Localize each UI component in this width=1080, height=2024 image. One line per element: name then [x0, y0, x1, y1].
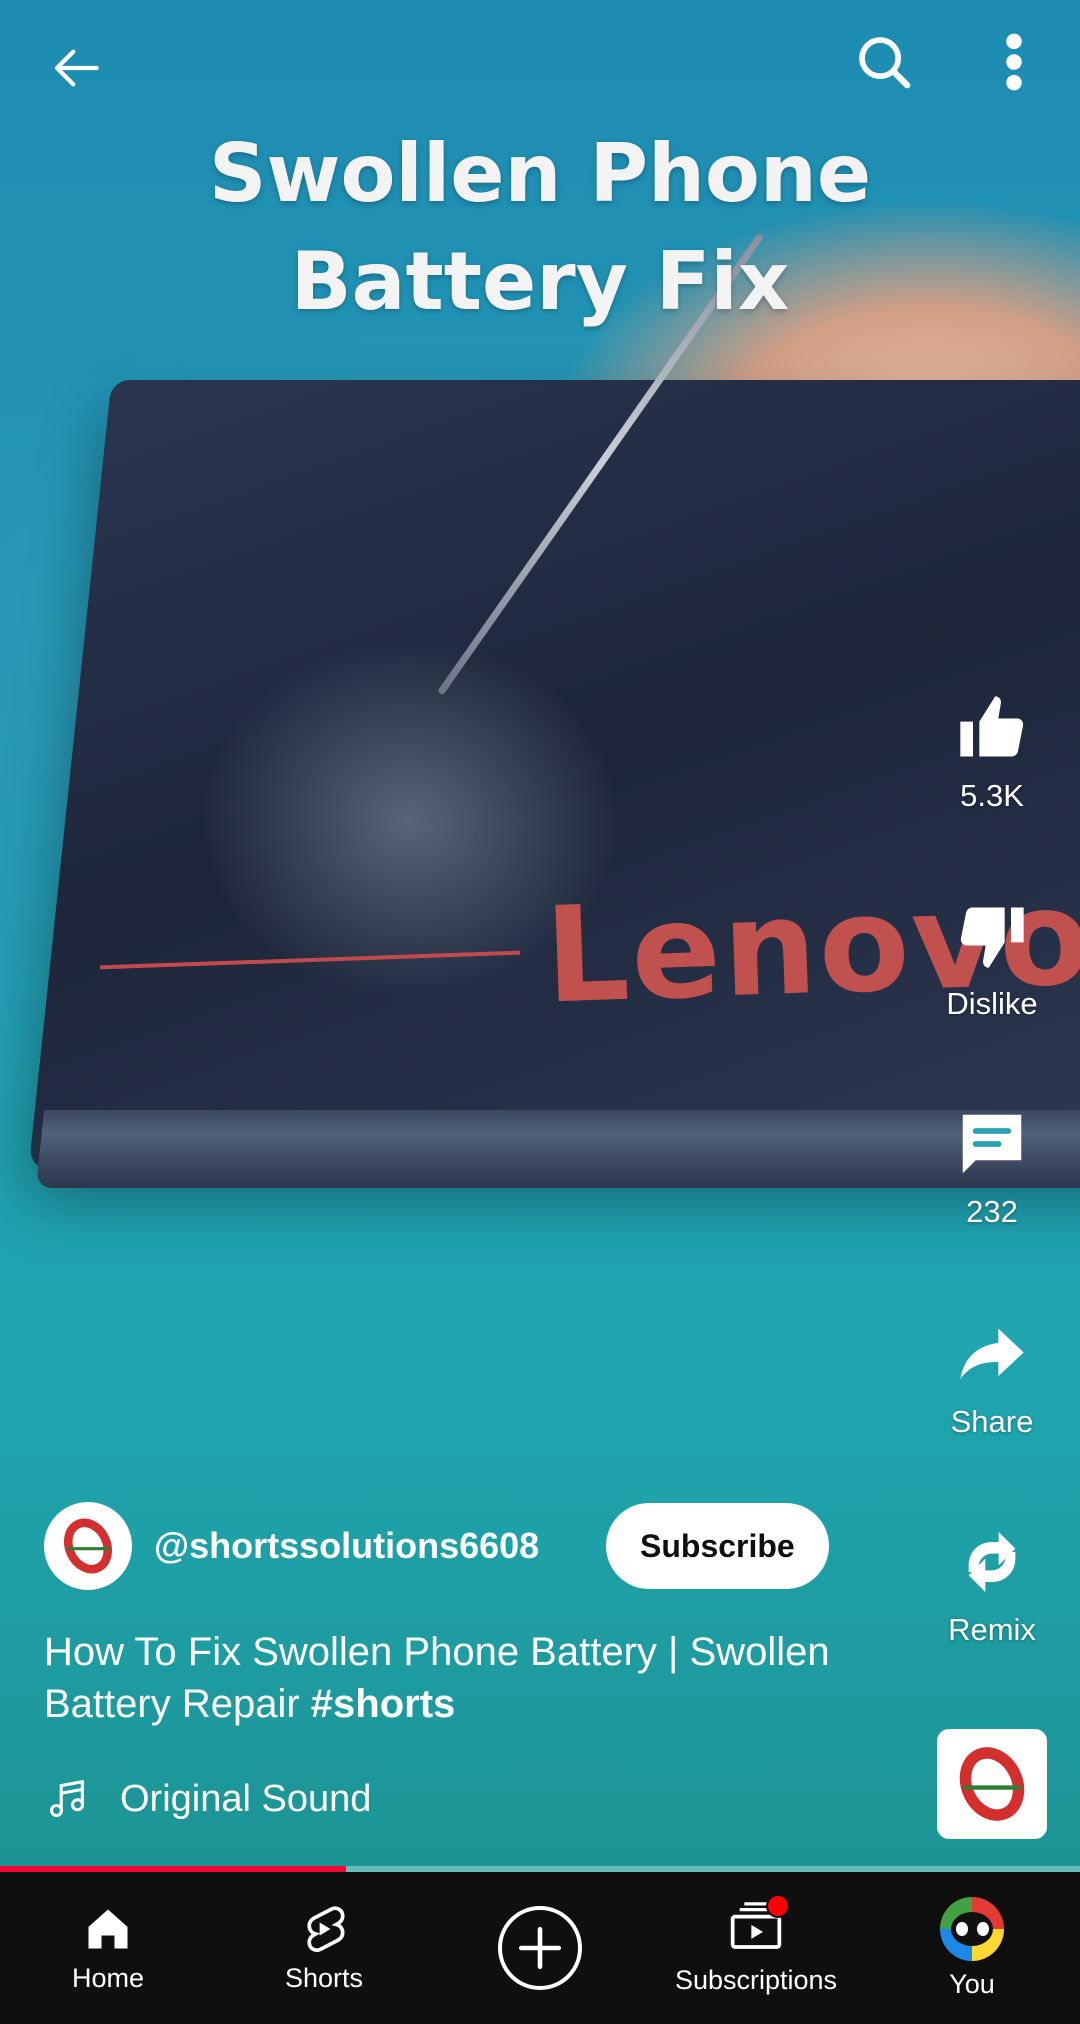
nav-shorts-label: Shorts: [284, 1962, 364, 1993]
video-description[interactable]: How To Fix Swollen Phone Battery | Swoll…: [44, 1626, 924, 1730]
remix-icon: [950, 1520, 1034, 1604]
plus-circle-icon: [498, 1906, 582, 1990]
share-button[interactable]: Share: [932, 1312, 1052, 1440]
channel-avatar[interactable]: [44, 1502, 132, 1590]
share-label: Share: [950, 1404, 1034, 1439]
bottom-navigation: Home Shorts Subscriptions You: [0, 1872, 1080, 2024]
thumbs-up-icon: [950, 686, 1034, 770]
like-button[interactable]: 5.3K: [932, 686, 1052, 814]
nav-you-label: You: [949, 1968, 995, 1999]
remix-button[interactable]: Remix: [932, 1520, 1052, 1648]
notification-dot: [766, 1894, 790, 1918]
back-button[interactable]: [40, 30, 116, 106]
video-overlay-title: Swollen Phone Battery Fix: [208, 127, 872, 328]
nav-home-label: Home: [71, 1962, 145, 1993]
like-count: 5.3K: [960, 778, 1024, 813]
sound-label: Original Sound: [120, 1777, 372, 1820]
battery-edge: [35, 1110, 1080, 1188]
shorts-icon: [307, 1905, 345, 1952]
subscribe-button[interactable]: Subscribe: [606, 1503, 829, 1589]
search-button[interactable]: [844, 22, 924, 102]
nav-subscriptions-label: Subscriptions: [674, 1965, 838, 1995]
comment-count: 232: [966, 1194, 1018, 1229]
nav-create[interactable]: [432, 1872, 648, 2024]
dislike-button[interactable]: Dislike: [932, 894, 1052, 1022]
avatar-icon: [940, 1896, 1004, 1961]
comment-icon: [950, 1102, 1034, 1186]
sound-logo-icon: [959, 1747, 1025, 1821]
home-icon: [88, 1909, 128, 1948]
nav-you[interactable]: You: [864, 1872, 1080, 2024]
remix-label: Remix: [948, 1612, 1036, 1647]
more-options-button[interactable]: [984, 22, 1044, 102]
hashtag-link[interactable]: #shorts: [311, 1682, 456, 1726]
channel-row: @shortssolutions6608 Subscribe: [44, 1502, 829, 1590]
comments-button[interactable]: 232: [932, 1102, 1052, 1230]
video-player[interactable]: Lenovo Swollen Phone Battery Fix: [0, 0, 1080, 1872]
dislike-label: Dislike: [946, 986, 1038, 1021]
nav-home[interactable]: Home: [0, 1872, 216, 2024]
search-icon: [859, 37, 911, 89]
nav-subscriptions[interactable]: Subscriptions: [648, 1872, 864, 2024]
thumbs-down-icon: [950, 894, 1034, 978]
more-vertical-icon: [1006, 33, 1022, 91]
sound-row[interactable]: Original Sound: [44, 1776, 371, 1822]
channel-handle[interactable]: @shortssolutions6608: [154, 1525, 584, 1567]
subscriptions-icon: [728, 1894, 790, 1957]
share-icon: [950, 1312, 1034, 1396]
channel-logo-icon: [64, 1518, 112, 1574]
music-note-icon: [49, 1779, 85, 1818]
arrow-left-icon: [54, 49, 99, 87]
sound-thumbnail[interactable]: [937, 1729, 1047, 1839]
nav-shorts[interactable]: Shorts: [216, 1872, 432, 2024]
